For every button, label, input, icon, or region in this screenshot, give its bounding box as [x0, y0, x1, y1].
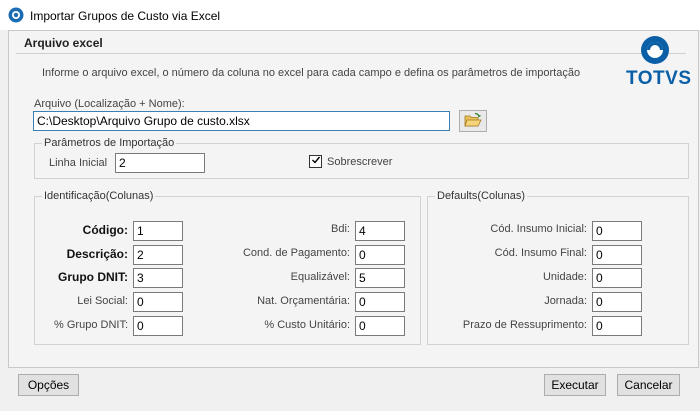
window-title: Importar Grupos de Custo via Excel — [30, 9, 221, 23]
pct-grupo-dnit-label: % Grupo DNIT: — [54, 319, 128, 331]
descricao-input[interactable] — [133, 245, 183, 265]
unidade-input[interactable] — [592, 268, 642, 288]
equalizavel-label: Equalizável: — [290, 271, 350, 283]
cancelar-button[interactable]: Cancelar — [617, 374, 680, 396]
prazo-ressuprimento-label: Prazo de Ressuprimento: — [462, 319, 587, 331]
app-icon — [8, 7, 24, 23]
totvs-logo-text: TOTVS — [626, 68, 692, 89]
linha-inicial-label: Linha Inicial — [49, 157, 108, 169]
executar-button[interactable]: Executar — [544, 374, 606, 396]
prazo-ressuprimento-input[interactable] — [592, 316, 642, 336]
pct-grupo-dnit-input[interactable] — [133, 316, 183, 336]
cod-insumo-final-input[interactable] — [592, 245, 642, 265]
cond-pagamento-label: Cond. de Pagamento: — [242, 247, 350, 259]
linha-inicial-input[interactable] — [115, 153, 205, 173]
defaults-title: Defaults(Colunas) — [435, 190, 528, 202]
bdi-input[interactable] — [355, 221, 405, 241]
file-label: Arquivo (Localização + Nome): — [34, 98, 185, 110]
pct-custo-unitario-input[interactable] — [355, 316, 405, 336]
sobrescrever-label: Sobrescrever — [327, 156, 393, 168]
cond-pagamento-input[interactable] — [355, 245, 405, 265]
equalizavel-input[interactable] — [355, 268, 405, 288]
codigo-label: Código: — [82, 223, 128, 237]
descricao-label: Descrição: — [66, 247, 128, 261]
file-path-input[interactable] — [33, 111, 450, 131]
jornada-input[interactable] — [592, 292, 642, 312]
codigo-input[interactable] — [133, 221, 183, 241]
sobrescrever-checkbox[interactable] — [309, 155, 322, 168]
cod-insumo-inicial-label: Cód. Insumo Inicial: — [490, 223, 587, 235]
identificacao-title: Identificação(Colunas) — [42, 190, 156, 202]
pct-custo-unitario-label: % Custo Unitário: — [264, 319, 350, 331]
folder-open-icon — [464, 112, 482, 131]
checkmark-icon — [311, 155, 321, 168]
instructions-text: Informe o arquivo excel, o número da col… — [42, 67, 581, 79]
title-separator — [16, 53, 686, 54]
nat-orcamentaria-input[interactable] — [355, 292, 405, 312]
lei-social-input[interactable] — [133, 292, 183, 312]
opcoes-button[interactable]: Opções — [18, 374, 79, 396]
lei-social-label: Lei Social: — [77, 295, 128, 307]
cod-insumo-inicial-input[interactable] — [592, 221, 642, 241]
unidade-label: Unidade: — [542, 271, 587, 283]
import-params-title: Parâmetros de Importação — [42, 137, 177, 149]
jornada-label: Jornada: — [544, 295, 587, 307]
browse-file-button[interactable] — [459, 110, 487, 132]
grupo-dnit-label: Grupo DNIT: — [58, 270, 128, 284]
nat-orcamentaria-label: Nat. Orçamentária: — [257, 295, 350, 307]
bdi-label: Bdi: — [331, 223, 350, 235]
cod-insumo-final-label: Cód. Insumo Final: — [494, 247, 587, 259]
panel-title: Arquivo excel — [24, 36, 103, 50]
grupo-dnit-input[interactable] — [133, 268, 183, 288]
